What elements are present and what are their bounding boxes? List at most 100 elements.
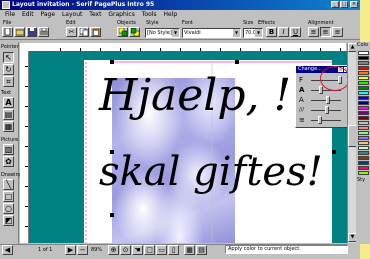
size-select[interactable]: 70.0pt ▼: [243, 28, 263, 38]
color-swatch[interactable]: [358, 51, 369, 55]
zoom-out-button[interactable]: −: [77, 245, 88, 255]
zoom-in-button[interactable]: ⊕: [108, 245, 119, 255]
color-swatch[interactable]: [358, 111, 369, 115]
color-swatch[interactable]: [358, 56, 369, 60]
color-swatch[interactable]: [358, 86, 369, 90]
view-page-button[interactable]: □: [144, 245, 155, 255]
headline-text-line-1[interactable]: Hjaelp, !: [99, 71, 291, 121]
menu-edit[interactable]: Edit: [22, 11, 34, 18]
align-center-button[interactable]: ≡: [320, 27, 331, 37]
app-icon[interactable]: [2, 1, 10, 9]
maximize-button[interactable]: □: [340, 1, 348, 8]
color-swatch[interactable]: [358, 131, 369, 135]
menu-tools[interactable]: Tools: [142, 11, 157, 18]
oval-tool[interactable]: ○: [3, 203, 14, 214]
menu-help[interactable]: Help: [163, 11, 177, 18]
bold-button[interactable]: B: [266, 27, 277, 37]
box-tool[interactable]: □: [3, 191, 14, 202]
chevron-down-icon: ▼: [233, 29, 240, 37]
color-swatch[interactable]: [358, 101, 369, 105]
align-left-button[interactable]: ≡: [308, 27, 319, 37]
minimize-button[interactable]: _: [331, 1, 339, 8]
cut-button[interactable]: ✂: [66, 27, 77, 37]
toolbox-label-picture: Picture: [1, 137, 19, 143]
copy-button[interactable]: [78, 27, 89, 37]
hand-tool-button[interactable]: ☚: [132, 245, 143, 255]
font-select[interactable]: Vivaldi ▼: [182, 28, 241, 38]
clipart-tool[interactable]: ✿: [3, 156, 14, 167]
crop-tool[interactable]: ⌗: [3, 76, 14, 87]
menu-page[interactable]: Page: [41, 11, 56, 18]
slider-knob[interactable]: [319, 86, 324, 94]
next-page-button[interactable]: ▶: [65, 245, 76, 255]
fill-tool[interactable]: ◩: [3, 215, 14, 226]
menu-text[interactable]: Text: [89, 11, 101, 18]
table-tool[interactable]: ▦: [3, 121, 14, 132]
window-title: Layout invitation - Serif PagePlus Intro…: [12, 1, 155, 8]
color-swatch[interactable]: [358, 171, 369, 175]
menu-file[interactable]: File: [5, 11, 15, 18]
color-swatch[interactable]: [358, 91, 369, 95]
color-swatch[interactable]: [358, 121, 369, 125]
print-button[interactable]: [38, 27, 49, 37]
clipboard-icon: [92, 28, 99, 37]
slider-knob[interactable]: [325, 106, 329, 114]
panel-row-icon: F: [299, 76, 304, 84]
color-swatch[interactable]: [358, 166, 369, 170]
color-swatch[interactable]: [358, 126, 369, 130]
rotate-icon: ↻: [5, 65, 12, 74]
objects-front-button[interactable]: [117, 27, 128, 37]
toolbox-label-pointer: Pointer: [1, 44, 19, 50]
line-tool[interactable]: ╲: [3, 179, 14, 190]
slider-knob[interactable]: [326, 96, 331, 104]
view-spread-button[interactable]: ▭: [156, 245, 167, 255]
wizard-button[interactable]: ▦: [184, 245, 195, 255]
paste-button[interactable]: [90, 27, 101, 37]
color-swatch[interactable]: [358, 81, 369, 85]
frame-text-tool[interactable]: ▤: [3, 109, 14, 120]
view-master-button[interactable]: ▯: [168, 245, 179, 255]
color-swatch[interactable]: [358, 136, 369, 140]
style-select[interactable]: [No Style] ▼: [145, 28, 180, 38]
caption-file: File: [3, 20, 12, 26]
objects-back-button[interactable]: [129, 27, 140, 37]
open-file-button[interactable]: [14, 27, 25, 37]
table-icon: ▦: [4, 122, 13, 131]
align-right-button[interactable]: ≡: [332, 27, 343, 37]
hand-icon: ☚: [134, 246, 141, 254]
color-swatch[interactable]: [358, 146, 369, 150]
color-swatch[interactable]: [358, 141, 369, 145]
color-swatch[interactable]: [358, 76, 369, 80]
text-tool[interactable]: A: [3, 97, 14, 108]
underline-button[interactable]: U: [290, 27, 301, 37]
picture-tool[interactable]: ▨: [3, 144, 14, 155]
color-swatch[interactable]: [358, 116, 369, 120]
italic-button[interactable]: I: [278, 27, 289, 37]
prev-page-button[interactable]: ◀: [2, 245, 13, 255]
save-button[interactable]: [26, 27, 37, 37]
color-swatch[interactable]: [358, 61, 369, 65]
zoom-level[interactable]: 89%: [91, 245, 102, 256]
main-toolbar: ✂ [No Style] ▼ Vivaldi ▼ 70.0pt ▼ B I U ≡ ≡…: [0, 27, 360, 40]
color-swatch[interactable]: [358, 96, 369, 100]
slider-track[interactable]: [311, 120, 341, 121]
color-swatch[interactable]: [358, 151, 369, 155]
layout-button[interactable]: ▤: [196, 245, 207, 255]
menu-graphics[interactable]: Graphics: [108, 11, 135, 18]
color-swatch[interactable]: [358, 71, 369, 75]
new-page-icon: [4, 27, 11, 36]
pointer-tool[interactable]: ↖: [3, 52, 14, 63]
headline-text-line-2[interactable]: skal giftes!: [99, 149, 323, 195]
close-button[interactable]: ×: [350, 1, 358, 8]
new-file-button[interactable]: [2, 27, 13, 37]
oval-icon: ○: [5, 204, 12, 213]
color-swatch[interactable]: [358, 161, 369, 165]
color-swatch[interactable]: [358, 106, 369, 110]
menu-layout[interactable]: Layout: [62, 11, 82, 18]
send-back-icon: [130, 27, 139, 37]
rotate-tool[interactable]: ↻: [3, 64, 14, 75]
color-swatch[interactable]: [358, 156, 369, 160]
slider-knob[interactable]: [318, 116, 322, 124]
zoom-full-page-button[interactable]: ⊙: [120, 245, 131, 255]
color-swatch[interactable]: [358, 66, 369, 70]
